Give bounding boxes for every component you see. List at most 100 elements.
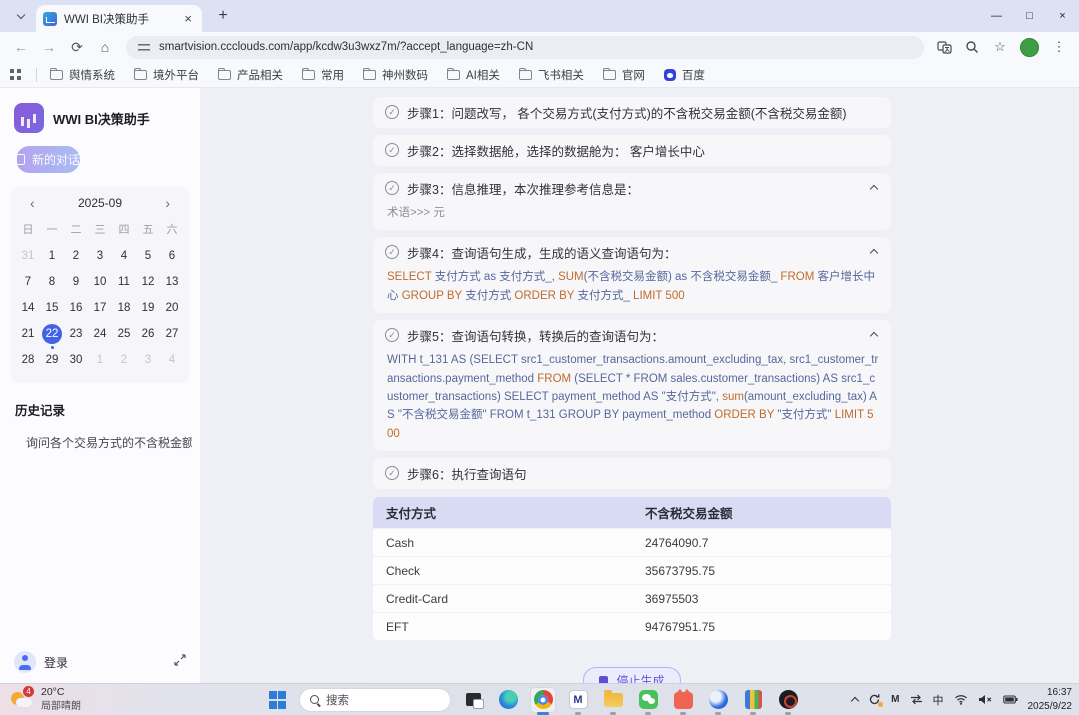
forward-button[interactable]: → (36, 35, 62, 59)
sidebar: WWI BI决策助手 新的对话 ‹ 2025-09 › 日一二三四五六 3112… (0, 88, 200, 683)
chrome-app-button[interactable] (530, 687, 556, 713)
task-view-button[interactable] (460, 687, 486, 713)
calendar-next-icon[interactable]: › (163, 196, 172, 210)
calendar-day[interactable]: 13 (160, 272, 184, 293)
history-item[interactable]: 询问各个交易方式的不含税金额 (26, 434, 192, 451)
calendar-day[interactable]: 8 (40, 272, 64, 293)
calendar-day[interactable]: 15 (40, 298, 64, 319)
tray-m-icon[interactable]: M (891, 694, 899, 705)
new-tab-button[interactable]: + (210, 3, 236, 29)
user-avatar-icon[interactable] (14, 651, 36, 673)
battery-icon[interactable] (1003, 695, 1018, 704)
table-cell: Check (373, 557, 632, 585)
check-circle-icon: ✓ (385, 245, 399, 259)
bookmark-item[interactable]: 产品相关 (218, 67, 283, 83)
update-icon[interactable] (868, 693, 881, 706)
url-bar[interactable]: smartvision.ccclouds.com/app/kcdw3u3wxz7… (126, 36, 924, 59)
folder-icon (363, 70, 376, 80)
translate-icon[interactable] (932, 35, 956, 59)
calendar-day[interactable]: 14 (16, 298, 40, 319)
bookmark-star-icon[interactable]: ☆ (988, 35, 1012, 59)
calendar-day[interactable]: 27 (160, 324, 184, 345)
calendar-day[interactable]: 1 (40, 246, 64, 267)
home-button[interactable]: ⌂ (92, 35, 118, 59)
recorder-app-button[interactable] (775, 687, 801, 713)
calendar-day[interactable]: 2 (64, 246, 88, 267)
calendar-prev-icon[interactable]: ‹ (28, 196, 37, 210)
calendar-day[interactable]: 23 (64, 324, 88, 345)
bird-app-button[interactable] (705, 687, 731, 713)
calendar-day[interactable]: 6 (160, 246, 184, 267)
wechat-app-button[interactable] (635, 687, 661, 713)
calendar-day[interactable]: 31 (16, 246, 40, 267)
tab-close-icon[interactable]: × (181, 11, 195, 26)
menu-icon[interactable]: ⋮ (1047, 35, 1071, 59)
calendar-day[interactable]: 17 (88, 298, 112, 319)
bookmark-label: 境外平台 (153, 67, 199, 83)
new-chat-button[interactable]: 新的对话 (16, 146, 80, 173)
calendar-day[interactable]: 3 (88, 246, 112, 267)
calendar-day[interactable]: 24 (88, 324, 112, 345)
hidden-icons-button[interactable] (852, 695, 858, 704)
calendar-day[interactable]: 12 (136, 272, 160, 293)
calendar-day[interactable]: 11 (112, 272, 136, 293)
maximize-button[interactable]: □ (1013, 0, 1046, 32)
minimize-button[interactable]: — (980, 0, 1013, 32)
tab-search-button[interactable] (8, 3, 34, 29)
calendar-day[interactable]: 19 (136, 298, 160, 319)
calendar-day[interactable]: 22 (40, 324, 64, 345)
collapse-chevron-icon[interactable] (871, 326, 877, 344)
login-button[interactable]: 登录 (44, 654, 68, 671)
reload-button[interactable]: ⟳ (64, 35, 90, 59)
volume-muted-icon[interactable] (978, 694, 993, 705)
calendar-day[interactable]: 18 (112, 298, 136, 319)
site-info-icon[interactable] (138, 42, 150, 52)
network-activity-icon[interactable] (910, 694, 923, 705)
calendar-day[interactable]: 30 (64, 350, 88, 371)
collapse-chevron-icon[interactable] (871, 179, 877, 197)
taskbar-search[interactable]: 搜索 (299, 688, 451, 712)
markdown-app-button[interactable]: M (565, 687, 591, 713)
calendar-day[interactable]: 29 (40, 350, 64, 371)
calendar-day[interactable]: 7 (16, 272, 40, 293)
edge-app-button[interactable] (495, 687, 521, 713)
back-button[interactable]: ← (8, 35, 34, 59)
wifi-icon[interactable] (954, 694, 968, 705)
start-button[interactable] (264, 687, 290, 713)
calendar-day[interactable]: 4 (112, 246, 136, 267)
bookmark-item[interactable]: AI相关 (447, 67, 500, 83)
calendar-day[interactable]: 16 (64, 298, 88, 319)
search-icon[interactable] (960, 35, 984, 59)
taskbar-clock[interactable]: 16:37 2025/9/22 (1028, 686, 1073, 713)
calendar-day[interactable]: 20 (160, 298, 184, 319)
apps-grid-icon[interactable] (10, 69, 21, 80)
bookmark-item[interactable]: 舆情系统 (50, 67, 115, 83)
calendar-day[interactable]: 2 (112, 350, 136, 371)
bookmark-item[interactable]: 百度 (664, 67, 705, 83)
cat-app-button[interactable] (670, 687, 696, 713)
file-explorer-button[interactable] (600, 687, 626, 713)
close-button[interactable]: × (1046, 0, 1079, 32)
calendar-day[interactable]: 26 (136, 324, 160, 345)
calendar-day[interactable]: 21 (16, 324, 40, 345)
calendar-day[interactable]: 9 (64, 272, 88, 293)
calendar-day[interactable]: 1 (88, 350, 112, 371)
calendar-day[interactable]: 28 (16, 350, 40, 371)
calendar-day[interactable]: 4 (160, 350, 184, 371)
calendar-day[interactable]: 5 (136, 246, 160, 267)
bookmark-item[interactable]: 神州数码 (363, 67, 428, 83)
bookmark-item[interactable]: 常用 (302, 67, 344, 83)
bookmark-item[interactable]: 飞书相关 (519, 67, 584, 83)
bookmark-item[interactable]: 官网 (603, 67, 645, 83)
calendar-day[interactable]: 3 (136, 350, 160, 371)
calendar-day[interactable]: 25 (112, 324, 136, 345)
bookmark-item[interactable]: 境外平台 (134, 67, 199, 83)
collapse-sidebar-icon[interactable] (174, 653, 186, 671)
weather-widget[interactable]: 4 20°C 局部晴朗 (0, 684, 91, 715)
calendar-day[interactable]: 10 (88, 272, 112, 293)
archive-app-button[interactable] (740, 687, 766, 713)
collapse-chevron-icon[interactable] (871, 243, 877, 261)
ime-indicator[interactable]: 中 (933, 692, 944, 708)
browser-tab[interactable]: WWI BI决策助手 × (36, 5, 202, 32)
profile-avatar[interactable] (1020, 38, 1039, 57)
